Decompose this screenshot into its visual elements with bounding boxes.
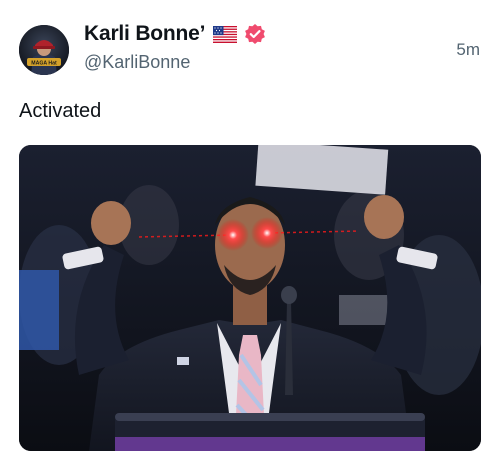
verified-badge-icon [244,23,266,45]
author-handle[interactable]: @KarliBonne [84,52,190,73]
author-display-name[interactable]: Karli Bonne’ [84,22,205,46]
avatar-image: MAGA Hat [19,25,69,75]
avatar[interactable]: MAGA Hat [19,25,69,75]
speaker-laser-eyes-image [19,145,481,451]
avatar-lettering: MAGA Hat [31,61,57,67]
post-timestamp[interactable]: 5m [456,40,480,60]
post-text: Activated [19,100,102,122]
author-name-row: Karli Bonne’ [84,21,266,47]
post-card[interactable]: MAGA Hat Karli Bonne’ @KarliBonne 5m Act… [0,0,500,468]
post-image[interactable] [19,145,481,451]
us-flag-icon [213,25,238,43]
